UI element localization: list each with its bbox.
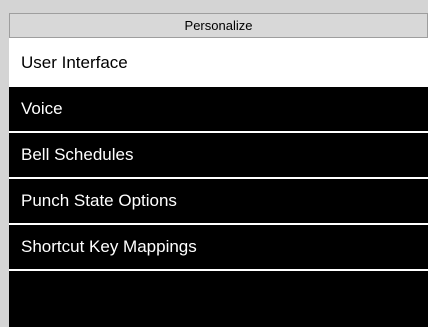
device-screen: Personalize User Interface Voice Bell Sc… bbox=[9, 13, 428, 327]
menu-item-label: Voice bbox=[21, 99, 63, 118]
menu-item-label: Bell Schedules bbox=[21, 145, 134, 164]
menu-item-label: User Interface bbox=[21, 52, 128, 72]
menu-item-voice[interactable]: Voice bbox=[9, 87, 428, 133]
menu-item-label: Punch State Options bbox=[21, 191, 177, 210]
menu-item-shortcut-key-mappings[interactable]: Shortcut Key Mappings bbox=[9, 225, 428, 271]
page-title: Personalize bbox=[184, 18, 253, 33]
personalize-menu: User Interface Voice Bell Schedules Punc… bbox=[9, 38, 428, 271]
menu-item-label: Shortcut Key Mappings bbox=[21, 237, 197, 256]
menu-item-user-interface[interactable]: User Interface bbox=[9, 38, 428, 87]
menu-item-bell-schedules[interactable]: Bell Schedules bbox=[9, 133, 428, 179]
menu-item-punch-state-options[interactable]: Punch State Options bbox=[9, 179, 428, 225]
title-bar: Personalize bbox=[9, 13, 428, 38]
